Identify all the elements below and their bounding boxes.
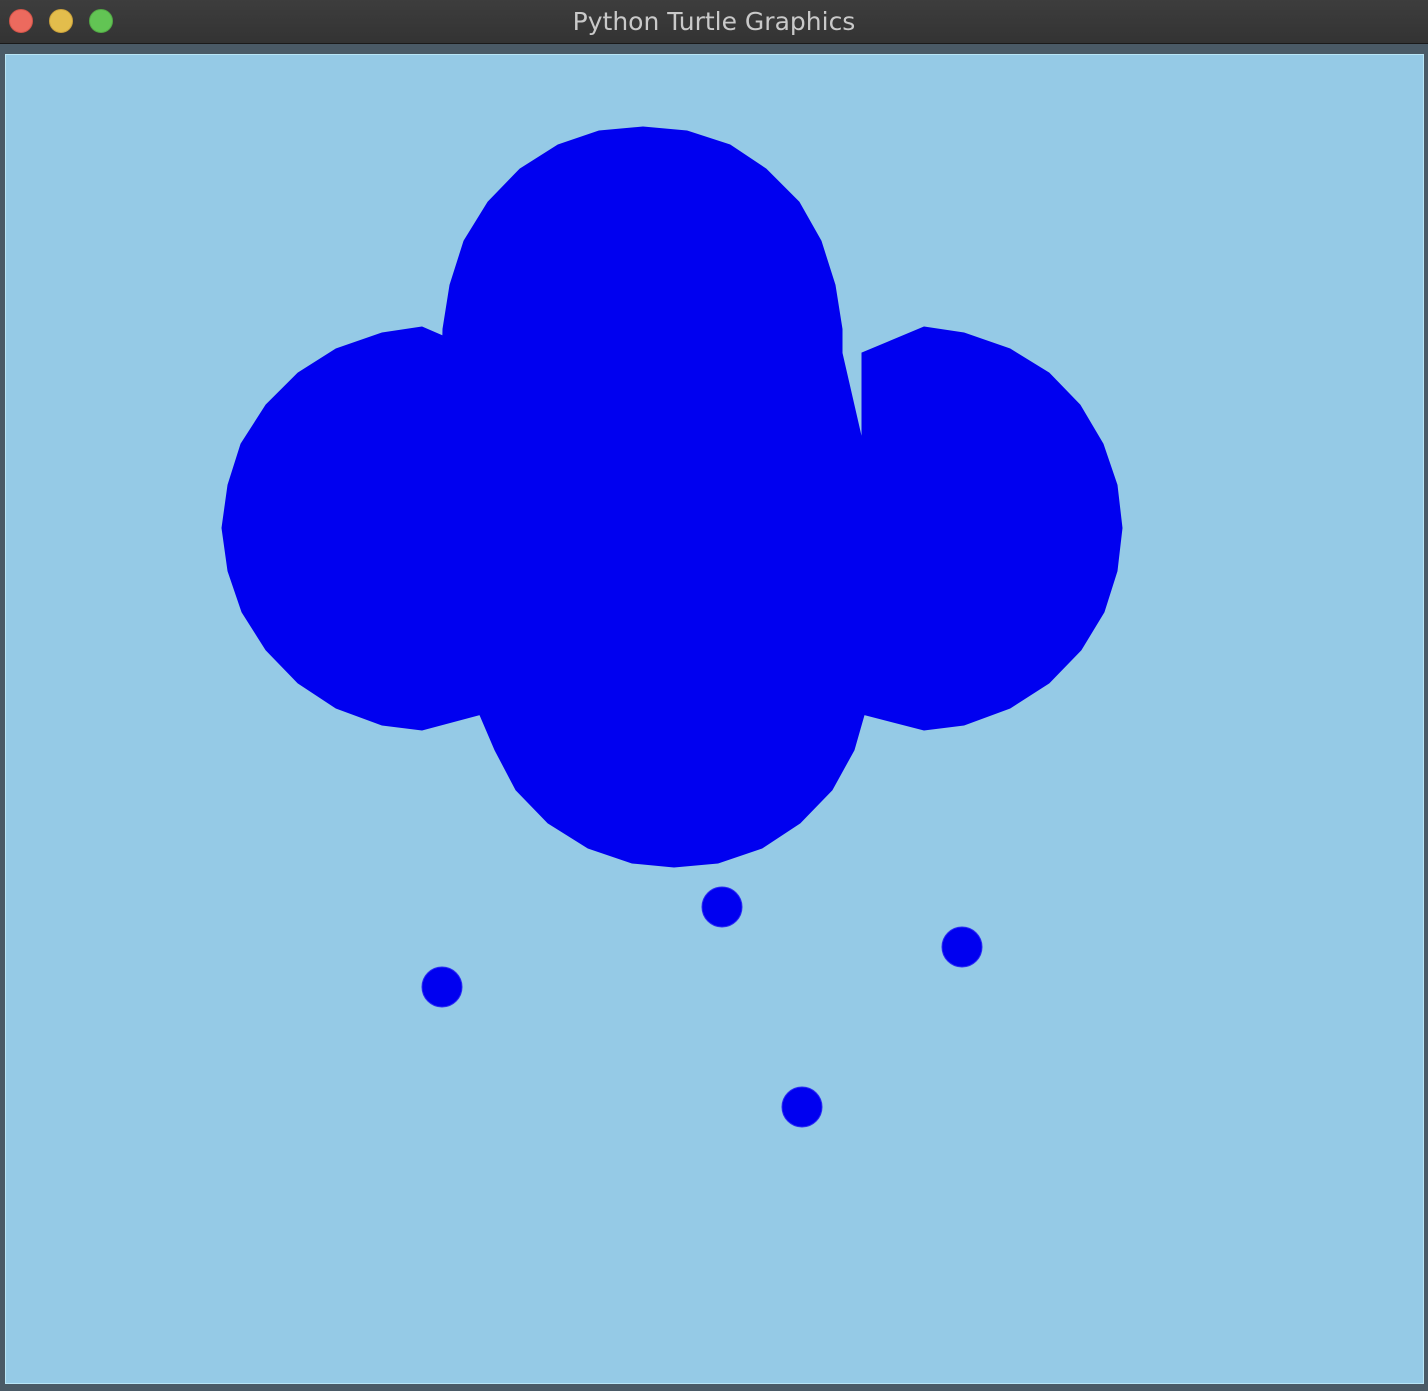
turtle-window: Python Turtle Graphics: [0, 0, 1428, 1391]
raindrop: [701, 886, 743, 928]
cloud-left-puff: [221, 326, 483, 731]
cloud: [221, 126, 1123, 868]
turtle-canvas[interactable]: [5, 54, 1424, 1384]
title-bar[interactable]: Python Turtle Graphics: [0, 0, 1428, 44]
drawing-surface: [221, 126, 1123, 1128]
raindrop: [781, 1086, 823, 1128]
raindrops: [421, 886, 983, 1128]
raindrop: [421, 966, 463, 1008]
canvas-frame: [0, 44, 1428, 1391]
cloud-right-puff: [861, 326, 1123, 731]
cloud-center-body: [441, 352, 871, 868]
window-title: Python Turtle Graphics: [572, 7, 856, 36]
raindrop: [941, 926, 983, 968]
